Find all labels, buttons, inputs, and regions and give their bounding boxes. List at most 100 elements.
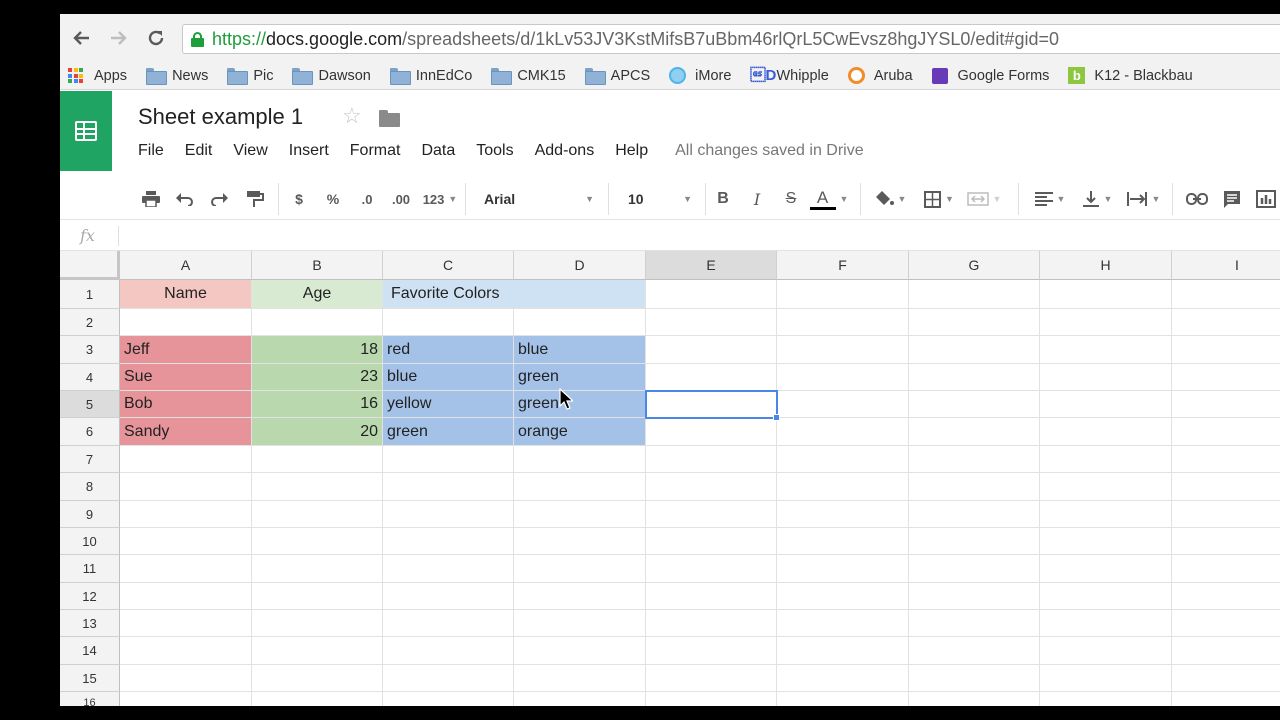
cell-b3[interactable]: 18 bbox=[252, 336, 383, 364]
grid-cell[interactable] bbox=[1172, 637, 1280, 665]
increase-decimals-button[interactable]: .00 bbox=[386, 185, 416, 213]
grid-cell[interactable] bbox=[120, 309, 252, 336]
grid-cell[interactable] bbox=[646, 583, 777, 610]
grid-cell[interactable] bbox=[1040, 280, 1172, 309]
cell-c3[interactable]: red bbox=[383, 336, 514, 364]
cell-b1[interactable]: Age bbox=[252, 280, 383, 309]
grid-cell[interactable] bbox=[909, 583, 1040, 610]
grid-cell[interactable] bbox=[777, 446, 909, 473]
grid-cell[interactable] bbox=[1172, 446, 1280, 473]
grid-cell[interactable] bbox=[514, 473, 646, 501]
grid-cell[interactable] bbox=[777, 528, 909, 555]
grid-cell[interactable] bbox=[777, 364, 909, 391]
grid-cell[interactable] bbox=[1172, 418, 1280, 446]
grid-cell[interactable] bbox=[120, 637, 252, 665]
column-header-a[interactable]: A bbox=[120, 251, 252, 280]
bookmark-innedco[interactable]: InnEdCo bbox=[389, 68, 472, 85]
document-title[interactable]: Sheet example 1 bbox=[138, 104, 303, 130]
bookmark-aruba[interactable]: Aruba bbox=[847, 67, 913, 84]
row-header-11[interactable]: 11 bbox=[60, 555, 120, 583]
column-header-b[interactable]: B bbox=[252, 251, 383, 280]
grid-cell[interactable] bbox=[383, 555, 514, 583]
row-header-1[interactable]: 1 bbox=[60, 280, 120, 309]
grid-cell[interactable] bbox=[252, 637, 383, 665]
bookmark-k12-blackbaud[interactable]: b K12 - Blackbau bbox=[1068, 67, 1193, 84]
grid-cell[interactable] bbox=[777, 473, 909, 501]
vertical-align-button[interactable]: ▼ bbox=[1078, 185, 1116, 213]
row-header-10[interactable]: 10 bbox=[60, 528, 120, 555]
sheets-logo-icon[interactable] bbox=[60, 91, 112, 171]
grid-cell[interactable] bbox=[909, 610, 1040, 637]
grid-cell[interactable] bbox=[1172, 501, 1280, 528]
grid-cell[interactable] bbox=[514, 610, 646, 637]
grid-cell[interactable] bbox=[646, 665, 777, 692]
grid-cell[interactable] bbox=[1172, 528, 1280, 555]
font-size-select[interactable]: 10 ▼ bbox=[622, 185, 692, 213]
grid-cell[interactable] bbox=[777, 692, 909, 706]
grid-cell[interactable] bbox=[252, 665, 383, 692]
grid-cell[interactable] bbox=[909, 446, 1040, 473]
grid-cell[interactable] bbox=[120, 473, 252, 501]
grid-cell[interactable] bbox=[777, 280, 909, 309]
grid-cell[interactable] bbox=[514, 555, 646, 583]
grid-cell[interactable] bbox=[777, 637, 909, 665]
cell-d6[interactable]: orange bbox=[514, 418, 646, 446]
redo-button[interactable] bbox=[206, 185, 232, 213]
grid-cell[interactable] bbox=[514, 501, 646, 528]
grid-cell[interactable] bbox=[646, 446, 777, 473]
column-header-f[interactable]: F bbox=[777, 251, 909, 280]
row-header-7[interactable]: 7 bbox=[60, 446, 120, 473]
paint-format-button[interactable] bbox=[242, 185, 268, 213]
grid-cell[interactable] bbox=[777, 583, 909, 610]
fill-handle[interactable] bbox=[773, 414, 780, 421]
grid-cell[interactable] bbox=[909, 336, 1040, 364]
formula-input[interactable] bbox=[124, 224, 1224, 248]
bookmark-imore[interactable]: iMore bbox=[669, 67, 731, 84]
fill-color-button[interactable]: ▼ bbox=[872, 185, 908, 213]
bookmark-whipple[interactable]: D Whipple bbox=[750, 67, 828, 84]
grid-cell[interactable] bbox=[252, 309, 383, 336]
grid-cell[interactable] bbox=[1040, 336, 1172, 364]
forward-button[interactable] bbox=[100, 20, 136, 56]
row-header-4[interactable]: 4 bbox=[60, 364, 120, 391]
grid-cell[interactable] bbox=[514, 665, 646, 692]
grid-cell[interactable] bbox=[646, 418, 777, 446]
bookmark-pic[interactable]: Pic bbox=[227, 68, 273, 85]
row-header-12[interactable]: 12 bbox=[60, 583, 120, 610]
grid-cell[interactable] bbox=[646, 391, 777, 418]
currency-button[interactable]: $ bbox=[288, 185, 310, 213]
grid-cell[interactable] bbox=[1172, 692, 1280, 706]
grid-cell[interactable] bbox=[646, 309, 777, 336]
menu-view[interactable]: View bbox=[233, 142, 267, 160]
bookmark-dawson[interactable]: Dawson bbox=[292, 68, 371, 85]
grid-cell[interactable] bbox=[646, 473, 777, 501]
grid-cell[interactable] bbox=[383, 610, 514, 637]
cell-a4[interactable]: Sue bbox=[120, 364, 252, 391]
grid-cell[interactable] bbox=[120, 446, 252, 473]
grid-cell[interactable] bbox=[777, 501, 909, 528]
grid-cell[interactable] bbox=[646, 610, 777, 637]
grid-cell[interactable] bbox=[1172, 280, 1280, 309]
grid-cell[interactable] bbox=[909, 418, 1040, 446]
cell-a3[interactable]: Jeff bbox=[120, 336, 252, 364]
grid-cell[interactable] bbox=[252, 610, 383, 637]
cell-c5[interactable]: yellow bbox=[383, 391, 514, 418]
grid-cell[interactable] bbox=[514, 692, 646, 706]
cell-c1[interactable]: Favorite Colors bbox=[383, 280, 514, 309]
cell-b5[interactable]: 16 bbox=[252, 391, 383, 418]
grid-cell[interactable] bbox=[1040, 391, 1172, 418]
grid-cell[interactable] bbox=[514, 446, 646, 473]
grid-cell[interactable] bbox=[120, 665, 252, 692]
insert-link-button[interactable] bbox=[1182, 185, 1212, 213]
bold-button[interactable]: B bbox=[712, 185, 734, 213]
star-icon[interactable]: ☆ bbox=[342, 103, 362, 129]
bookmark-apcs[interactable]: APCS bbox=[584, 68, 650, 85]
row-header-15[interactable]: 15 bbox=[60, 665, 120, 692]
grid-cell[interactable] bbox=[909, 665, 1040, 692]
menu-data[interactable]: Data bbox=[421, 142, 455, 160]
borders-button[interactable]: ▼ bbox=[920, 185, 958, 213]
column-header-d[interactable]: D bbox=[514, 251, 646, 280]
decrease-decimals-button[interactable]: .0 bbox=[354, 185, 380, 213]
row-header-2[interactable]: 2 bbox=[60, 309, 120, 336]
grid-cell[interactable] bbox=[646, 280, 777, 309]
